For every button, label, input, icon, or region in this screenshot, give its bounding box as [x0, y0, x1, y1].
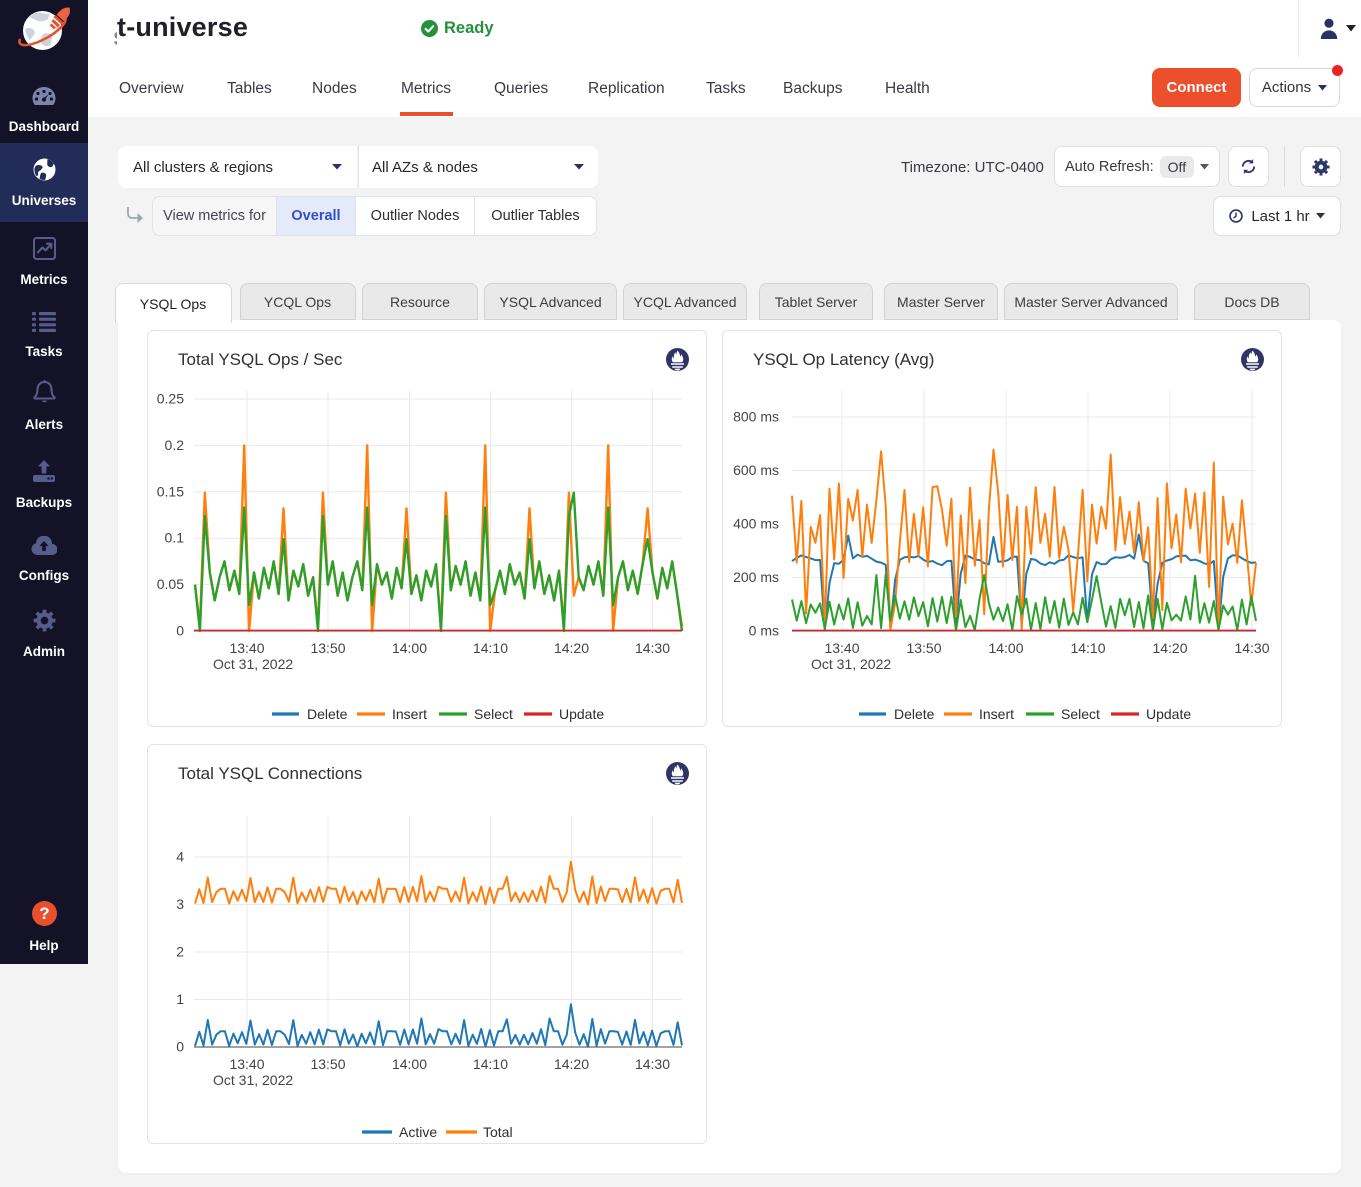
svg-text:0: 0 [176, 1039, 184, 1055]
svg-text:2: 2 [176, 944, 184, 960]
svg-text:200 ms: 200 ms [733, 569, 779, 585]
svg-text:Delete: Delete [894, 706, 935, 722]
svg-text:Oct 31, 2022: Oct 31, 2022 [213, 1072, 293, 1088]
svg-text:14:20: 14:20 [554, 640, 589, 656]
svg-text:13:50: 13:50 [310, 640, 345, 656]
svg-text:Insert: Insert [979, 706, 1014, 722]
svg-text:14:00: 14:00 [392, 640, 427, 656]
svg-text:0.25: 0.25 [157, 391, 184, 407]
svg-text:1: 1 [176, 991, 184, 1007]
svg-text:14:30: 14:30 [635, 640, 670, 656]
svg-text:4: 4 [176, 849, 184, 865]
svg-text:14:20: 14:20 [1152, 640, 1187, 656]
svg-text:13:40: 13:40 [229, 640, 264, 656]
svg-text:13:50: 13:50 [906, 640, 941, 656]
svg-text:14:30: 14:30 [1234, 640, 1269, 656]
svg-text:Delete: Delete [307, 706, 348, 722]
svg-text:Update: Update [1146, 706, 1191, 722]
svg-text:13:40: 13:40 [229, 1056, 264, 1072]
svg-text:Insert: Insert [392, 706, 427, 722]
svg-text:Oct 31, 2022: Oct 31, 2022 [811, 656, 891, 672]
svg-text:14:00: 14:00 [392, 1056, 427, 1072]
svg-text:Update: Update [559, 706, 604, 722]
svg-text:Active: Active [399, 1124, 437, 1140]
svg-text:14:10: 14:10 [1070, 640, 1105, 656]
svg-text:0: 0 [176, 623, 184, 639]
svg-text:Select: Select [1061, 706, 1100, 722]
svg-text:13:50: 13:50 [310, 1056, 345, 1072]
svg-text:3: 3 [176, 896, 184, 912]
svg-text:?: ? [39, 904, 49, 923]
svg-text:14:30: 14:30 [635, 1056, 670, 1072]
svg-text:Oct 31, 2022: Oct 31, 2022 [213, 656, 293, 672]
svg-text:14:10: 14:10 [473, 1056, 508, 1072]
svg-text:0.1: 0.1 [165, 530, 185, 546]
svg-text:13:40: 13:40 [824, 640, 859, 656]
svg-text:14:00: 14:00 [988, 640, 1023, 656]
svg-text:14:10: 14:10 [473, 640, 508, 656]
svg-text:800 ms: 800 ms [733, 409, 779, 425]
svg-text:0 ms: 0 ms [749, 623, 779, 639]
svg-text:400 ms: 400 ms [733, 516, 779, 532]
svg-text:0.2: 0.2 [165, 437, 185, 453]
svg-text:0.05: 0.05 [157, 576, 184, 592]
svg-text:0.15: 0.15 [157, 483, 184, 499]
svg-text:Select: Select [474, 706, 513, 722]
svg-text:Total: Total [483, 1124, 513, 1140]
svg-text:14:20: 14:20 [554, 1056, 589, 1072]
svg-text:600 ms: 600 ms [733, 462, 779, 478]
